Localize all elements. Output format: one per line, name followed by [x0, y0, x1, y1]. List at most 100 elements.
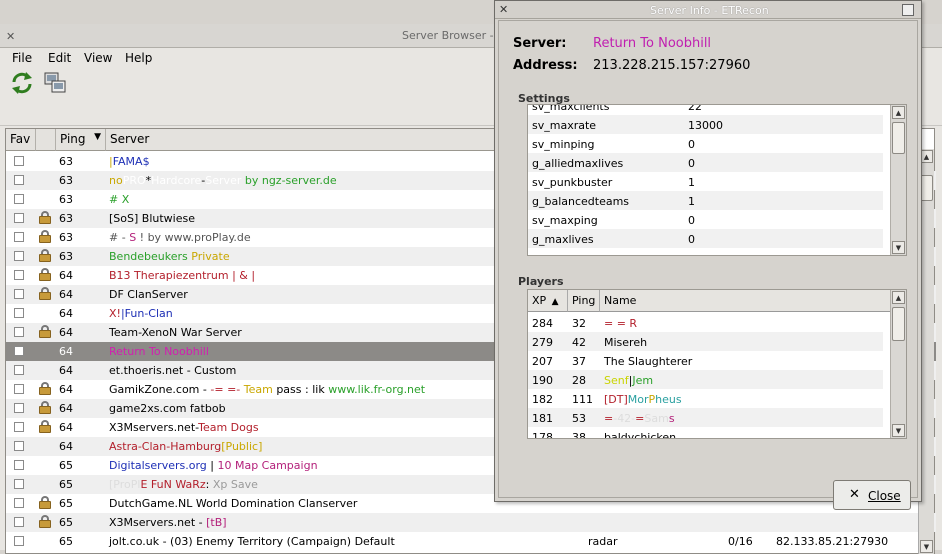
- favorite-checkbox[interactable]: [14, 232, 24, 242]
- name-part: E: [140, 478, 151, 491]
- server-name: [ProPlE FuN WaRz: Xp Save: [109, 478, 258, 491]
- scroll-down-icon[interactable]: ▼: [892, 241, 905, 254]
- close-icon[interactable]: ✕: [6, 31, 17, 42]
- player-xp: 279: [532, 336, 553, 349]
- name-part: FuN WaRz: [150, 478, 206, 491]
- scroll-thumb[interactable]: [892, 307, 905, 341]
- scroll-thumb[interactable]: [892, 122, 905, 154]
- favorite-checkbox[interactable]: [14, 213, 24, 223]
- col-ping[interactable]: Ping ▼: [56, 129, 106, 151]
- name-part: -42-: [613, 412, 636, 425]
- settings-scrollbar[interactable]: ▲ ▼: [890, 105, 906, 255]
- menu-edit[interactable]: Edit: [48, 51, 71, 65]
- scroll-up-icon[interactable]: ▲: [892, 106, 905, 119]
- name-part: Return To Noobhill: [109, 345, 209, 358]
- server-ping: 64: [59, 383, 73, 396]
- setting-value: 0: [688, 233, 695, 246]
- dialog-titlebar: ✕ Server Info - ETRecon: [495, 1, 921, 19]
- menu-view[interactable]: View: [84, 51, 112, 65]
- server-ping: 64: [59, 364, 73, 377]
- server-info-button[interactable]: [42, 70, 68, 96]
- name-part: FAMA$: [112, 155, 150, 168]
- col-name[interactable]: Name: [600, 290, 890, 312]
- name-part: et.thoeris.net - Custom: [109, 364, 237, 377]
- favorite-checkbox[interactable]: [14, 460, 24, 470]
- refresh-button[interactable]: [9, 70, 35, 96]
- server-row[interactable]: 65 X3Mservers.net - [tB]: [6, 513, 936, 532]
- favorite-checkbox[interactable]: [14, 403, 24, 413]
- player-row: 181 53 =-42-=Sams: [528, 408, 883, 427]
- lock-body: [39, 425, 51, 433]
- player-xp: 284: [532, 317, 553, 330]
- lock-icon: [39, 401, 51, 414]
- favorite-checkbox[interactable]: [14, 536, 24, 546]
- player-ping: 38: [572, 431, 586, 439]
- favorite-checkbox[interactable]: [14, 175, 24, 185]
- players-heading: Players: [518, 275, 564, 288]
- name-part: X3Mservers.net-: [109, 421, 199, 434]
- close-icon[interactable]: ✕: [499, 4, 511, 16]
- name-part: Team-XenoN War Server: [109, 326, 242, 339]
- server-address: 82.133.85.21:27930: [776, 535, 889, 548]
- scroll-down-icon[interactable]: ▼: [892, 424, 905, 437]
- lock-body: [39, 273, 51, 281]
- server-name: X3Mservers.net - [tB]: [109, 516, 227, 529]
- lock-icon: [39, 420, 51, 433]
- favorite-checkbox[interactable]: [14, 384, 24, 394]
- name-part: Hardcore: [151, 174, 202, 187]
- favorite-checkbox[interactable]: [14, 479, 24, 489]
- favorite-checkbox[interactable]: [14, 270, 24, 280]
- col-player-ping[interactable]: Ping: [568, 290, 600, 312]
- favorite-checkbox[interactable]: [14, 194, 24, 204]
- favorite-checkbox[interactable]: [14, 327, 24, 337]
- menu-help[interactable]: Help: [125, 51, 152, 65]
- players-scrollbar[interactable]: ▲ ▼: [890, 290, 906, 438]
- settings-row: sv_maxping 0: [528, 210, 883, 229]
- favorite-checkbox[interactable]: [14, 156, 24, 166]
- player-ping: 37: [572, 355, 586, 368]
- lock-body: [39, 406, 51, 414]
- col-lock[interactable]: [36, 129, 56, 151]
- players-table: XP ▲ Ping Name 284 32 = = R 279 42 Misereh 207…: [527, 289, 907, 439]
- favorite-checkbox[interactable]: [14, 441, 24, 451]
- favorite-checkbox[interactable]: [14, 422, 24, 432]
- setting-value: 13000: [688, 119, 723, 132]
- favorite-checkbox[interactable]: [14, 365, 24, 375]
- server-ping: 65: [59, 478, 73, 491]
- server-name: et.thoeris.net - Custom: [109, 364, 236, 377]
- name-part: pass : lik: [272, 383, 329, 396]
- name-part: =-: [227, 383, 244, 396]
- close-x-icon: ✕: [849, 487, 860, 502]
- name-part: Fun-Clan: [124, 307, 173, 320]
- name-part: [DT]: [604, 393, 628, 406]
- favorite-checkbox[interactable]: [14, 289, 24, 299]
- col-fav[interactable]: Fav: [6, 129, 36, 151]
- favorite-checkbox[interactable]: [14, 346, 24, 356]
- menu-file[interactable]: File: [12, 51, 32, 65]
- sort-asc-icon: ▲: [551, 297, 559, 307]
- server-row[interactable]: 65 jolt.co.uk - (03) Enemy Territory (Cam…: [6, 532, 936, 551]
- scroll-down-icon[interactable]: ▼: [920, 540, 933, 553]
- scroll-up-icon[interactable]: ▲: [892, 291, 905, 304]
- server-name: |FAMA$: [109, 155, 150, 168]
- maximize-icon[interactable]: [902, 4, 914, 16]
- name-part: GamikZone.com -: [109, 383, 211, 396]
- close-button[interactable]: ✕ Close: [833, 480, 911, 510]
- name-part: [SoS] Blutwiese: [109, 212, 195, 225]
- name-part: # -: [109, 231, 130, 244]
- favorite-checkbox[interactable]: [14, 308, 24, 318]
- server-ping: 64: [59, 269, 73, 282]
- name-part: ! by www.proPlay.de: [136, 231, 251, 244]
- setting-key: sv_punkbuster: [532, 176, 613, 189]
- lock-body: [39, 330, 51, 338]
- favorite-checkbox[interactable]: [14, 498, 24, 508]
- col-xp[interactable]: XP ▲: [528, 290, 568, 312]
- favorite-checkbox[interactable]: [14, 251, 24, 261]
- server-players: 0/16: [728, 535, 753, 548]
- favorite-checkbox[interactable]: [14, 517, 24, 527]
- name-part: Jem: [632, 374, 654, 387]
- settings-row: g_balancedteams 1: [528, 191, 883, 210]
- lock-body: [39, 501, 51, 509]
- setting-value: 0: [688, 157, 695, 170]
- name-part: Private: [191, 250, 230, 263]
